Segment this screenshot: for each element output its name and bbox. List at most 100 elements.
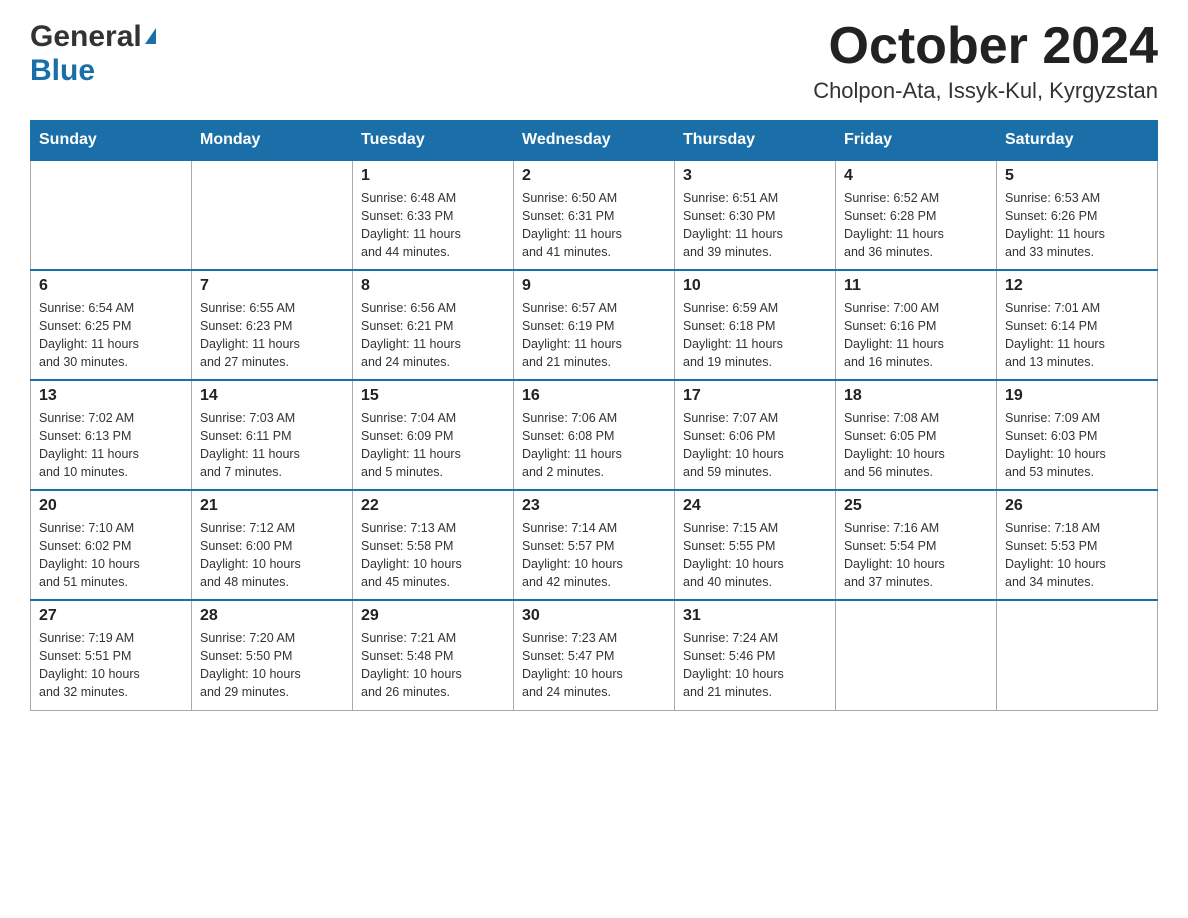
week-row-3: 13Sunrise: 7:02 AM Sunset: 6:13 PM Dayli…	[31, 380, 1158, 490]
day-number: 31	[683, 607, 827, 625]
day-number: 30	[522, 607, 666, 625]
day-number: 8	[361, 277, 505, 295]
header-day-monday: Monday	[192, 121, 353, 161]
day-info: Sunrise: 7:19 AM Sunset: 5:51 PM Dayligh…	[39, 629, 183, 702]
day-cell: 30 Sunrise: 7:23 AM Sunset: 5:47 PM Dayli…	[514, 600, 675, 710]
day-cell: 10 Sunrise: 6:59 AM Sunset: 6:18 PM Dayli…	[675, 270, 836, 380]
day-number: 19	[1005, 387, 1149, 405]
day-info: Sunrise: 6:50 AM Sunset: 6:31 PM Dayligh…	[522, 189, 666, 262]
day-info: Sunrise: 7:15 AM Sunset: 5:55 PM Dayligh…	[683, 519, 827, 592]
day-cell: 27 Sunrise: 7:19 AM Sunset: 5:51 PM Dayli…	[31, 600, 192, 710]
day-info: Sunrise: 7:24 AM Sunset: 5:46 PM Dayligh…	[683, 629, 827, 702]
day-cell: 26Sunrise: 7:18 AM Sunset: 5:53 PM Dayli…	[997, 490, 1158, 600]
day-info: Sunrise: 7:02 AM Sunset: 6:13 PM Dayligh…	[39, 409, 183, 482]
day-cell: 25 Sunrise: 7:16 AM Sunset: 5:54 PM Dayli…	[836, 490, 997, 600]
day-number: 9	[522, 277, 666, 295]
day-number: 29	[361, 607, 505, 625]
day-number: 28	[200, 607, 344, 625]
day-info: Sunrise: 6:56 AM Sunset: 6:21 PM Dayligh…	[361, 299, 505, 372]
day-cell: 22 Sunrise: 7:13 AM Sunset: 5:58 PM Dayli…	[353, 490, 514, 600]
header-day-wednesday: Wednesday	[514, 121, 675, 161]
day-number: 6	[39, 277, 183, 295]
header-day-sunday: Sunday	[31, 121, 192, 161]
day-number: 27	[39, 607, 183, 625]
day-number: 22	[361, 497, 505, 515]
day-cell: 17 Sunrise: 7:07 AM Sunset: 6:06 PM Dayli…	[675, 380, 836, 490]
day-cell: 20Sunrise: 7:10 AM Sunset: 6:02 PM Dayli…	[31, 490, 192, 600]
day-number: 4	[844, 167, 988, 185]
logo-blue-text: Blue	[30, 54, 95, 87]
logo-general-text: General	[30, 20, 142, 54]
day-info: Sunrise: 7:13 AM Sunset: 5:58 PM Dayligh…	[361, 519, 505, 592]
day-number: 15	[361, 387, 505, 405]
day-info: Sunrise: 7:09 AM Sunset: 6:03 PM Dayligh…	[1005, 409, 1149, 482]
day-info: Sunrise: 6:52 AM Sunset: 6:28 PM Dayligh…	[844, 189, 988, 262]
day-info: Sunrise: 7:20 AM Sunset: 5:50 PM Dayligh…	[200, 629, 344, 702]
header-day-thursday: Thursday	[675, 121, 836, 161]
day-cell	[997, 600, 1158, 710]
day-info: Sunrise: 7:03 AM Sunset: 6:11 PM Dayligh…	[200, 409, 344, 482]
day-cell: 28 Sunrise: 7:20 AM Sunset: 5:50 PM Dayli…	[192, 600, 353, 710]
day-number: 25	[844, 497, 988, 515]
day-cell: 23 Sunrise: 7:14 AM Sunset: 5:57 PM Dayli…	[514, 490, 675, 600]
day-info: Sunrise: 7:16 AM Sunset: 5:54 PM Dayligh…	[844, 519, 988, 592]
day-info: Sunrise: 7:08 AM Sunset: 6:05 PM Dayligh…	[844, 409, 988, 482]
day-number: 7	[200, 277, 344, 295]
day-number: 3	[683, 167, 827, 185]
day-info: Sunrise: 7:23 AM Sunset: 5:47 PM Dayligh…	[522, 629, 666, 702]
day-number: 24	[683, 497, 827, 515]
day-info: Sunrise: 6:54 AM Sunset: 6:25 PM Dayligh…	[39, 299, 183, 372]
day-cell: 7 Sunrise: 6:55 AM Sunset: 6:23 PM Daylig…	[192, 270, 353, 380]
week-row-4: 20Sunrise: 7:10 AM Sunset: 6:02 PM Dayli…	[31, 490, 1158, 600]
day-number: 1	[361, 167, 505, 185]
day-info: Sunrise: 7:14 AM Sunset: 5:57 PM Dayligh…	[522, 519, 666, 592]
day-cell: 19 Sunrise: 7:09 AM Sunset: 6:03 PM Dayli…	[997, 380, 1158, 490]
day-info: Sunrise: 6:57 AM Sunset: 6:19 PM Dayligh…	[522, 299, 666, 372]
day-number: 17	[683, 387, 827, 405]
header-day-saturday: Saturday	[997, 121, 1158, 161]
day-info: Sunrise: 7:21 AM Sunset: 5:48 PM Dayligh…	[361, 629, 505, 702]
location-title: Cholpon-Ata, Issyk-Kul, Kyrgyzstan	[813, 78, 1158, 104]
day-info: Sunrise: 6:59 AM Sunset: 6:18 PM Dayligh…	[683, 299, 827, 372]
day-cell: 31 Sunrise: 7:24 AM Sunset: 5:46 PM Dayli…	[675, 600, 836, 710]
day-info: Sunrise: 7:10 AM Sunset: 6:02 PM Dayligh…	[39, 519, 183, 592]
day-cell: 29 Sunrise: 7:21 AM Sunset: 5:48 PM Dayli…	[353, 600, 514, 710]
title-section: October 2024 Cholpon-Ata, Issyk-Kul, Kyr…	[813, 20, 1158, 104]
day-cell: 5Sunrise: 6:53 AM Sunset: 6:26 PM Daylig…	[997, 160, 1158, 270]
week-row-1: 1 Sunrise: 6:48 AM Sunset: 6:33 PM Daylig…	[31, 160, 1158, 270]
day-number: 14	[200, 387, 344, 405]
header-day-tuesday: Tuesday	[353, 121, 514, 161]
day-info: Sunrise: 7:04 AM Sunset: 6:09 PM Dayligh…	[361, 409, 505, 482]
day-cell	[31, 160, 192, 270]
day-cell: 8 Sunrise: 6:56 AM Sunset: 6:21 PM Daylig…	[353, 270, 514, 380]
day-number: 12	[1005, 277, 1149, 295]
month-title: October 2024	[813, 20, 1158, 72]
day-cell	[836, 600, 997, 710]
day-cell: 18 Sunrise: 7:08 AM Sunset: 6:05 PM Dayli…	[836, 380, 997, 490]
day-number: 21	[200, 497, 344, 515]
day-info: Sunrise: 7:12 AM Sunset: 6:00 PM Dayligh…	[200, 519, 344, 592]
day-number: 10	[683, 277, 827, 295]
day-cell: 3 Sunrise: 6:51 AM Sunset: 6:30 PM Daylig…	[675, 160, 836, 270]
calendar-header-row: SundayMondayTuesdayWednesdayThursdayFrid…	[31, 121, 1158, 161]
day-info: Sunrise: 7:01 AM Sunset: 6:14 PM Dayligh…	[1005, 299, 1149, 372]
day-info: Sunrise: 6:51 AM Sunset: 6:30 PM Dayligh…	[683, 189, 827, 262]
day-info: Sunrise: 7:00 AM Sunset: 6:16 PM Dayligh…	[844, 299, 988, 372]
day-cell: 16Sunrise: 7:06 AM Sunset: 6:08 PM Dayli…	[514, 380, 675, 490]
day-cell: 14 Sunrise: 7:03 AM Sunset: 6:11 PM Dayli…	[192, 380, 353, 490]
day-info: Sunrise: 7:06 AM Sunset: 6:08 PM Dayligh…	[522, 409, 666, 482]
day-info: Sunrise: 6:53 AM Sunset: 6:26 PM Dayligh…	[1005, 189, 1149, 262]
day-number: 11	[844, 277, 988, 295]
day-cell: 4 Sunrise: 6:52 AM Sunset: 6:28 PM Daylig…	[836, 160, 997, 270]
day-number: 18	[844, 387, 988, 405]
day-number: 26	[1005, 497, 1149, 515]
day-cell: 6 Sunrise: 6:54 AM Sunset: 6:25 PM Daylig…	[31, 270, 192, 380]
day-info: Sunrise: 7:07 AM Sunset: 6:06 PM Dayligh…	[683, 409, 827, 482]
day-cell	[192, 160, 353, 270]
day-info: Sunrise: 6:55 AM Sunset: 6:23 PM Dayligh…	[200, 299, 344, 372]
day-cell: 9 Sunrise: 6:57 AM Sunset: 6:19 PM Daylig…	[514, 270, 675, 380]
day-info: Sunrise: 6:48 AM Sunset: 6:33 PM Dayligh…	[361, 189, 505, 262]
day-cell: 2Sunrise: 6:50 AM Sunset: 6:31 PM Daylig…	[514, 160, 675, 270]
day-cell: 24 Sunrise: 7:15 AM Sunset: 5:55 PM Dayli…	[675, 490, 836, 600]
day-number: 23	[522, 497, 666, 515]
